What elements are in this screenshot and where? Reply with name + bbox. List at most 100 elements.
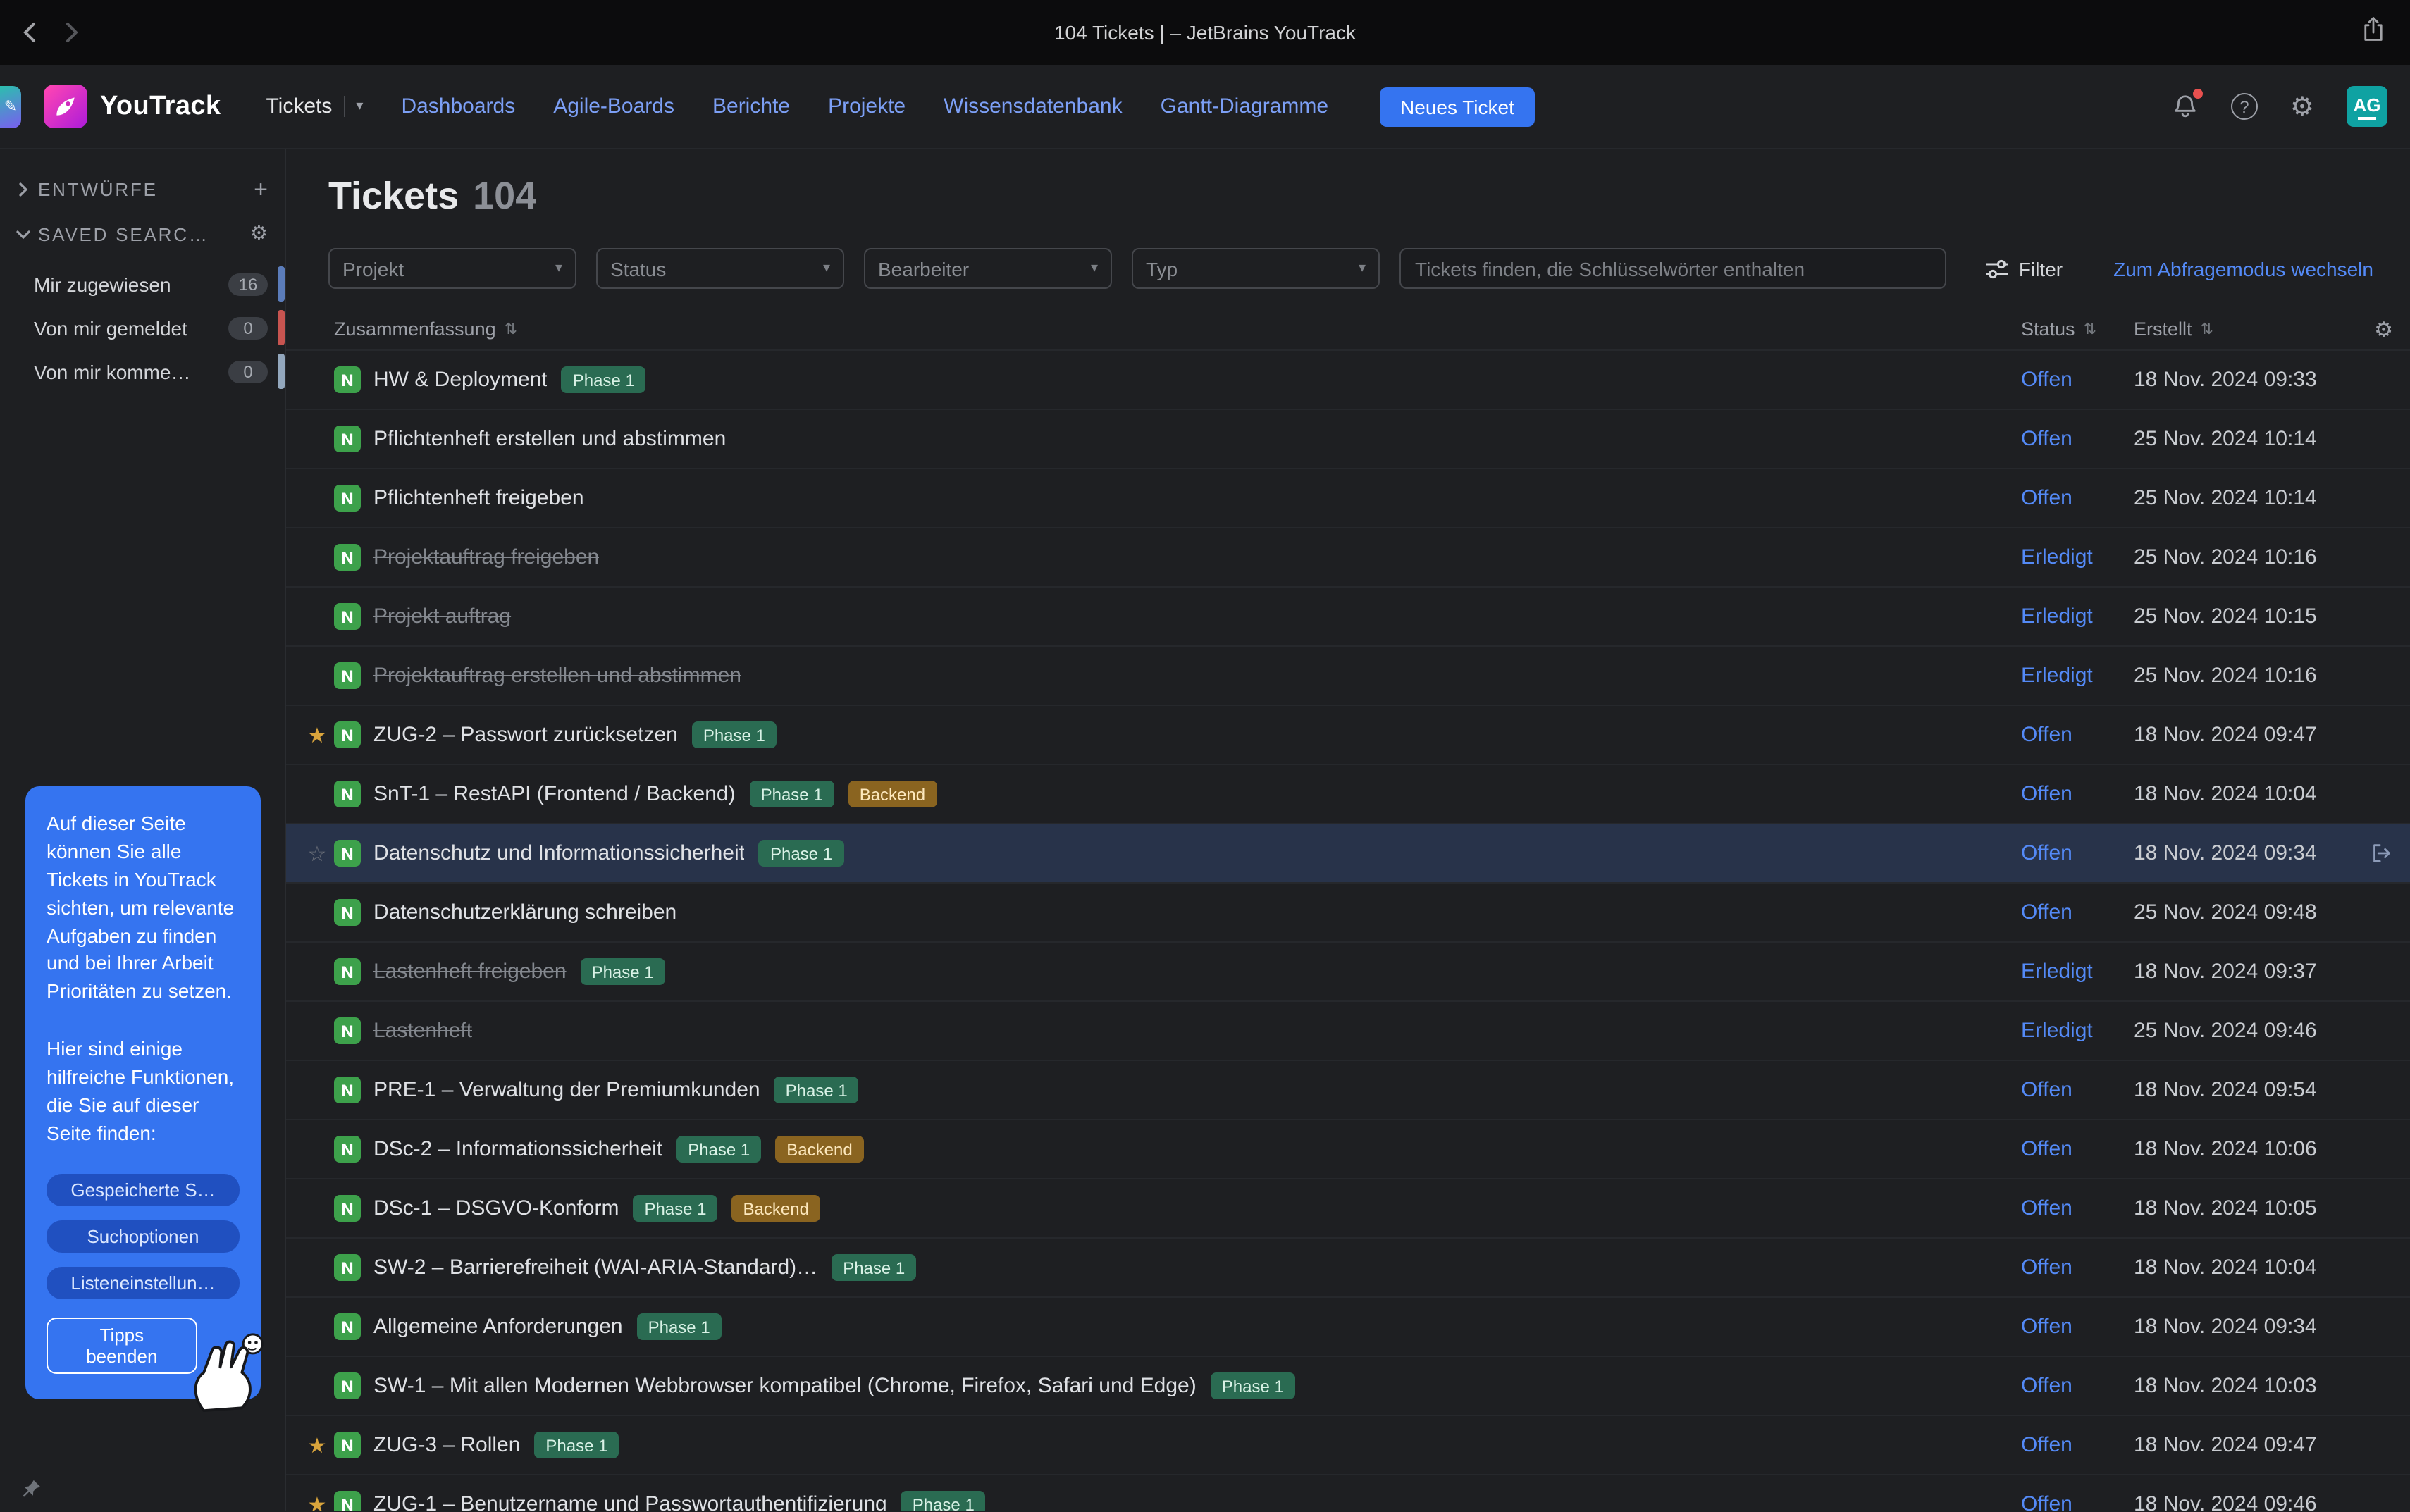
draft-pencil-icon[interactable]: ✎	[0, 85, 21, 128]
avatar[interactable]: AG	[2347, 86, 2387, 127]
notifications-bell-icon[interactable]	[2172, 93, 2199, 120]
ticket-title[interactable]: DSc-2 – Informationssicherheit	[373, 1137, 662, 1161]
table-row[interactable]: N Allgemeine Anforderungen Phase 1 Offen…	[286, 1298, 2410, 1357]
ticket-title[interactable]: Projekt auftrag	[373, 605, 511, 628]
query-mode-link[interactable]: Zum Abfragemodus wechseln	[2113, 257, 2373, 280]
sidebar-section-drafts[interactable]: ENTWÜRFE +	[0, 166, 285, 211]
filter-typ[interactable]: Typ▾	[1132, 248, 1380, 289]
ticket-status[interactable]: Erledigt	[2021, 1019, 2134, 1043]
table-row[interactable]: N Projektauftrag freigeben Erledigt 25 N…	[286, 528, 2410, 588]
ticket-status[interactable]: Offen	[2021, 1433, 2134, 1457]
ticket-title[interactable]: Pflichtenheft erstellen und abstimmen	[373, 427, 726, 451]
add-draft-icon[interactable]: +	[254, 177, 268, 201]
tip-button-suchoptionen[interactable]: Suchoptionen	[47, 1220, 240, 1252]
ticket-status[interactable]: Offen	[2021, 368, 2134, 392]
ticket-status[interactable]: Offen	[2021, 1492, 2134, 1511]
forward-icon[interactable]	[65, 21, 79, 44]
tag-backend[interactable]: Backend	[775, 1136, 863, 1163]
tag-phase-1[interactable]: Phase 1	[581, 958, 665, 985]
ticket-title[interactable]: Lastenheft	[373, 1019, 472, 1043]
tag-phase-1[interactable]: Phase 1	[774, 1077, 859, 1103]
sidebar-item-mir-zugewiesen[interactable]: Mir zugewiesen16	[0, 262, 285, 306]
ticket-title[interactable]: Projektauftrag erstellen und abstimmen	[373, 664, 741, 688]
ticket-status[interactable]: Erledigt	[2021, 545, 2134, 569]
table-row[interactable]: N Projekt auftrag Erledigt 25 Nov. 2024 …	[286, 588, 2410, 647]
ticket-status[interactable]: Offen	[2021, 1256, 2134, 1279]
ticket-title[interactable]: Allgemeine Anforderungen	[373, 1315, 623, 1339]
tag-phase-1[interactable]: Phase 1	[832, 1254, 916, 1281]
ticket-title[interactable]: Datenschutz und Informationssicherheit	[373, 841, 745, 865]
sort-icon[interactable]: ⇅	[2084, 320, 2096, 338]
ticket-status[interactable]: Offen	[2021, 900, 2134, 924]
ticket-status[interactable]: Offen	[2021, 782, 2134, 806]
ticket-title[interactable]: Projektauftrag freigeben	[373, 545, 599, 569]
star-icon[interactable]: ★	[300, 1432, 334, 1458]
new-ticket-button[interactable]: Neues Ticket	[1379, 87, 1535, 126]
column-created[interactable]: Erstellt ⇅	[2134, 318, 2356, 340]
share-icon[interactable]	[2362, 16, 2385, 49]
tag-phase-1[interactable]: Phase 1	[562, 366, 646, 393]
sidebar-item-von-mir-gemeldet[interactable]: Von mir gemeldet0	[0, 306, 285, 349]
ticket-title[interactable]: Lastenheft freigeben	[373, 960, 567, 984]
filter-toggle[interactable]: Filter	[1986, 257, 2063, 280]
table-row[interactable]: N Datenschutzerklärung schreiben Offen 2…	[286, 884, 2410, 943]
nav-agile-boards[interactable]: Agile-Boards	[553, 94, 674, 118]
chevron-down-icon[interactable]	[14, 229, 31, 239]
ticket-status[interactable]: Offen	[2021, 1137, 2134, 1161]
table-row[interactable]: N SW-2 – Barrierefreiheit (WAI-ARIA-Stan…	[286, 1239, 2410, 1298]
tag-phase-1[interactable]: Phase 1	[692, 721, 777, 748]
tag-phase-1[interactable]: Phase 1	[633, 1195, 717, 1222]
ticket-title[interactable]: SW-2 – Barrierefreiheit (WAI-ARIA-Standa…	[373, 1256, 817, 1279]
ticket-status[interactable]: Offen	[2021, 1078, 2134, 1102]
ticket-status[interactable]: Offen	[2021, 427, 2134, 451]
ticket-title[interactable]: ZUG-2 – Passwort zurücksetzen	[373, 723, 678, 747]
tag-backend[interactable]: Backend	[848, 781, 937, 807]
sidebar-item-von-mir-komme[interactable]: Von mir komme…0	[0, 349, 285, 393]
table-row[interactable]: N Lastenheft freigeben Phase 1 Erledigt …	[286, 943, 2410, 1002]
table-row[interactable]: ★ N ZUG-2 – Passwort zurücksetzen Phase …	[286, 706, 2410, 765]
youtrack-logo[interactable]: YouTrack	[44, 85, 221, 128]
ticket-title[interactable]: ZUG-1 – Benutzername und Passwortauthent…	[373, 1492, 887, 1511]
ticket-status[interactable]: Offen	[2021, 841, 2134, 865]
ticket-status[interactable]: Offen	[2021, 723, 2134, 747]
ticket-title[interactable]: DSc-1 – DSGVO-Konform	[373, 1196, 619, 1220]
ticket-title[interactable]: ZUG-3 – Rollen	[373, 1433, 520, 1457]
ticket-title[interactable]: PRE-1 – Verwaltung der Premiumkunden	[373, 1078, 760, 1102]
tag-phase-1[interactable]: Phase 1	[759, 840, 844, 867]
star-icon[interactable]: ☆	[300, 841, 334, 866]
table-row[interactable]: N DSc-2 – Informationssicherheit Phase 1…	[286, 1120, 2410, 1179]
ticket-status[interactable]: Erledigt	[2021, 605, 2134, 628]
filter-status[interactable]: Status▾	[596, 248, 844, 289]
help-icon[interactable]: ?	[2231, 93, 2258, 120]
sort-icon[interactable]: ⇅	[2201, 320, 2213, 338]
table-row[interactable]: N SnT-1 – RestAPI (Frontend / Backend) P…	[286, 765, 2410, 824]
filter-bearbeiter[interactable]: Bearbeiter▾	[864, 248, 1112, 289]
list-settings-gear-icon[interactable]: ⚙	[2356, 316, 2393, 342]
open-ticket-icon[interactable]	[2369, 841, 2393, 865]
nav-wissensdatenbank[interactable]: Wissensdatenbank	[944, 94, 1123, 118]
table-row[interactable]: N PRE-1 – Verwaltung der Premiumkunden P…	[286, 1061, 2410, 1120]
ticket-title[interactable]: SW-1 – Mit allen Modernen Webbrowser kom…	[373, 1374, 1197, 1398]
sort-icon[interactable]: ⇅	[505, 320, 517, 338]
tag-phase-1[interactable]: Phase 1	[750, 781, 834, 807]
chevron-down-icon[interactable]: ▾	[356, 99, 363, 114]
table-row[interactable]: ★ N ZUG-3 – Rollen Phase 1 Offen 18 Nov.…	[286, 1416, 2410, 1475]
tip-button-gespeicherte-s[interactable]: Gespeicherte S…	[47, 1173, 240, 1206]
filter-projekt[interactable]: Projekt▾	[328, 248, 576, 289]
ticket-status[interactable]: Erledigt	[2021, 960, 2134, 984]
table-row[interactable]: N DSc-1 – DSGVO-Konform Phase 1Backend O…	[286, 1179, 2410, 1239]
ticket-title[interactable]: Pflichtenheft freigeben	[373, 486, 584, 510]
ticket-status[interactable]: Erledigt	[2021, 664, 2134, 688]
ticket-title[interactable]: Datenschutzerklärung schreiben	[373, 900, 676, 924]
table-row[interactable]: N Lastenheft Erledigt 25 Nov. 2024 09:46	[286, 1002, 2410, 1061]
table-row[interactable]: N Pflichtenheft freigeben Offen 25 Nov. …	[286, 469, 2410, 528]
nav-projekte[interactable]: Projekte	[828, 94, 906, 118]
table-row[interactable]: N HW & Deployment Phase 1 Offen 18 Nov. …	[286, 351, 2410, 410]
search-input[interactable]	[1399, 248, 1946, 289]
ticket-status[interactable]: Offen	[2021, 1196, 2134, 1220]
column-status[interactable]: Status ⇅	[2021, 318, 2134, 340]
tag-phase-1[interactable]: Phase 1	[534, 1432, 619, 1458]
tag-phase-1[interactable]: Phase 1	[901, 1491, 986, 1511]
table-row[interactable]: N Pflichtenheft erstellen und abstimmen …	[286, 410, 2410, 469]
ticket-status[interactable]: Offen	[2021, 1315, 2134, 1339]
